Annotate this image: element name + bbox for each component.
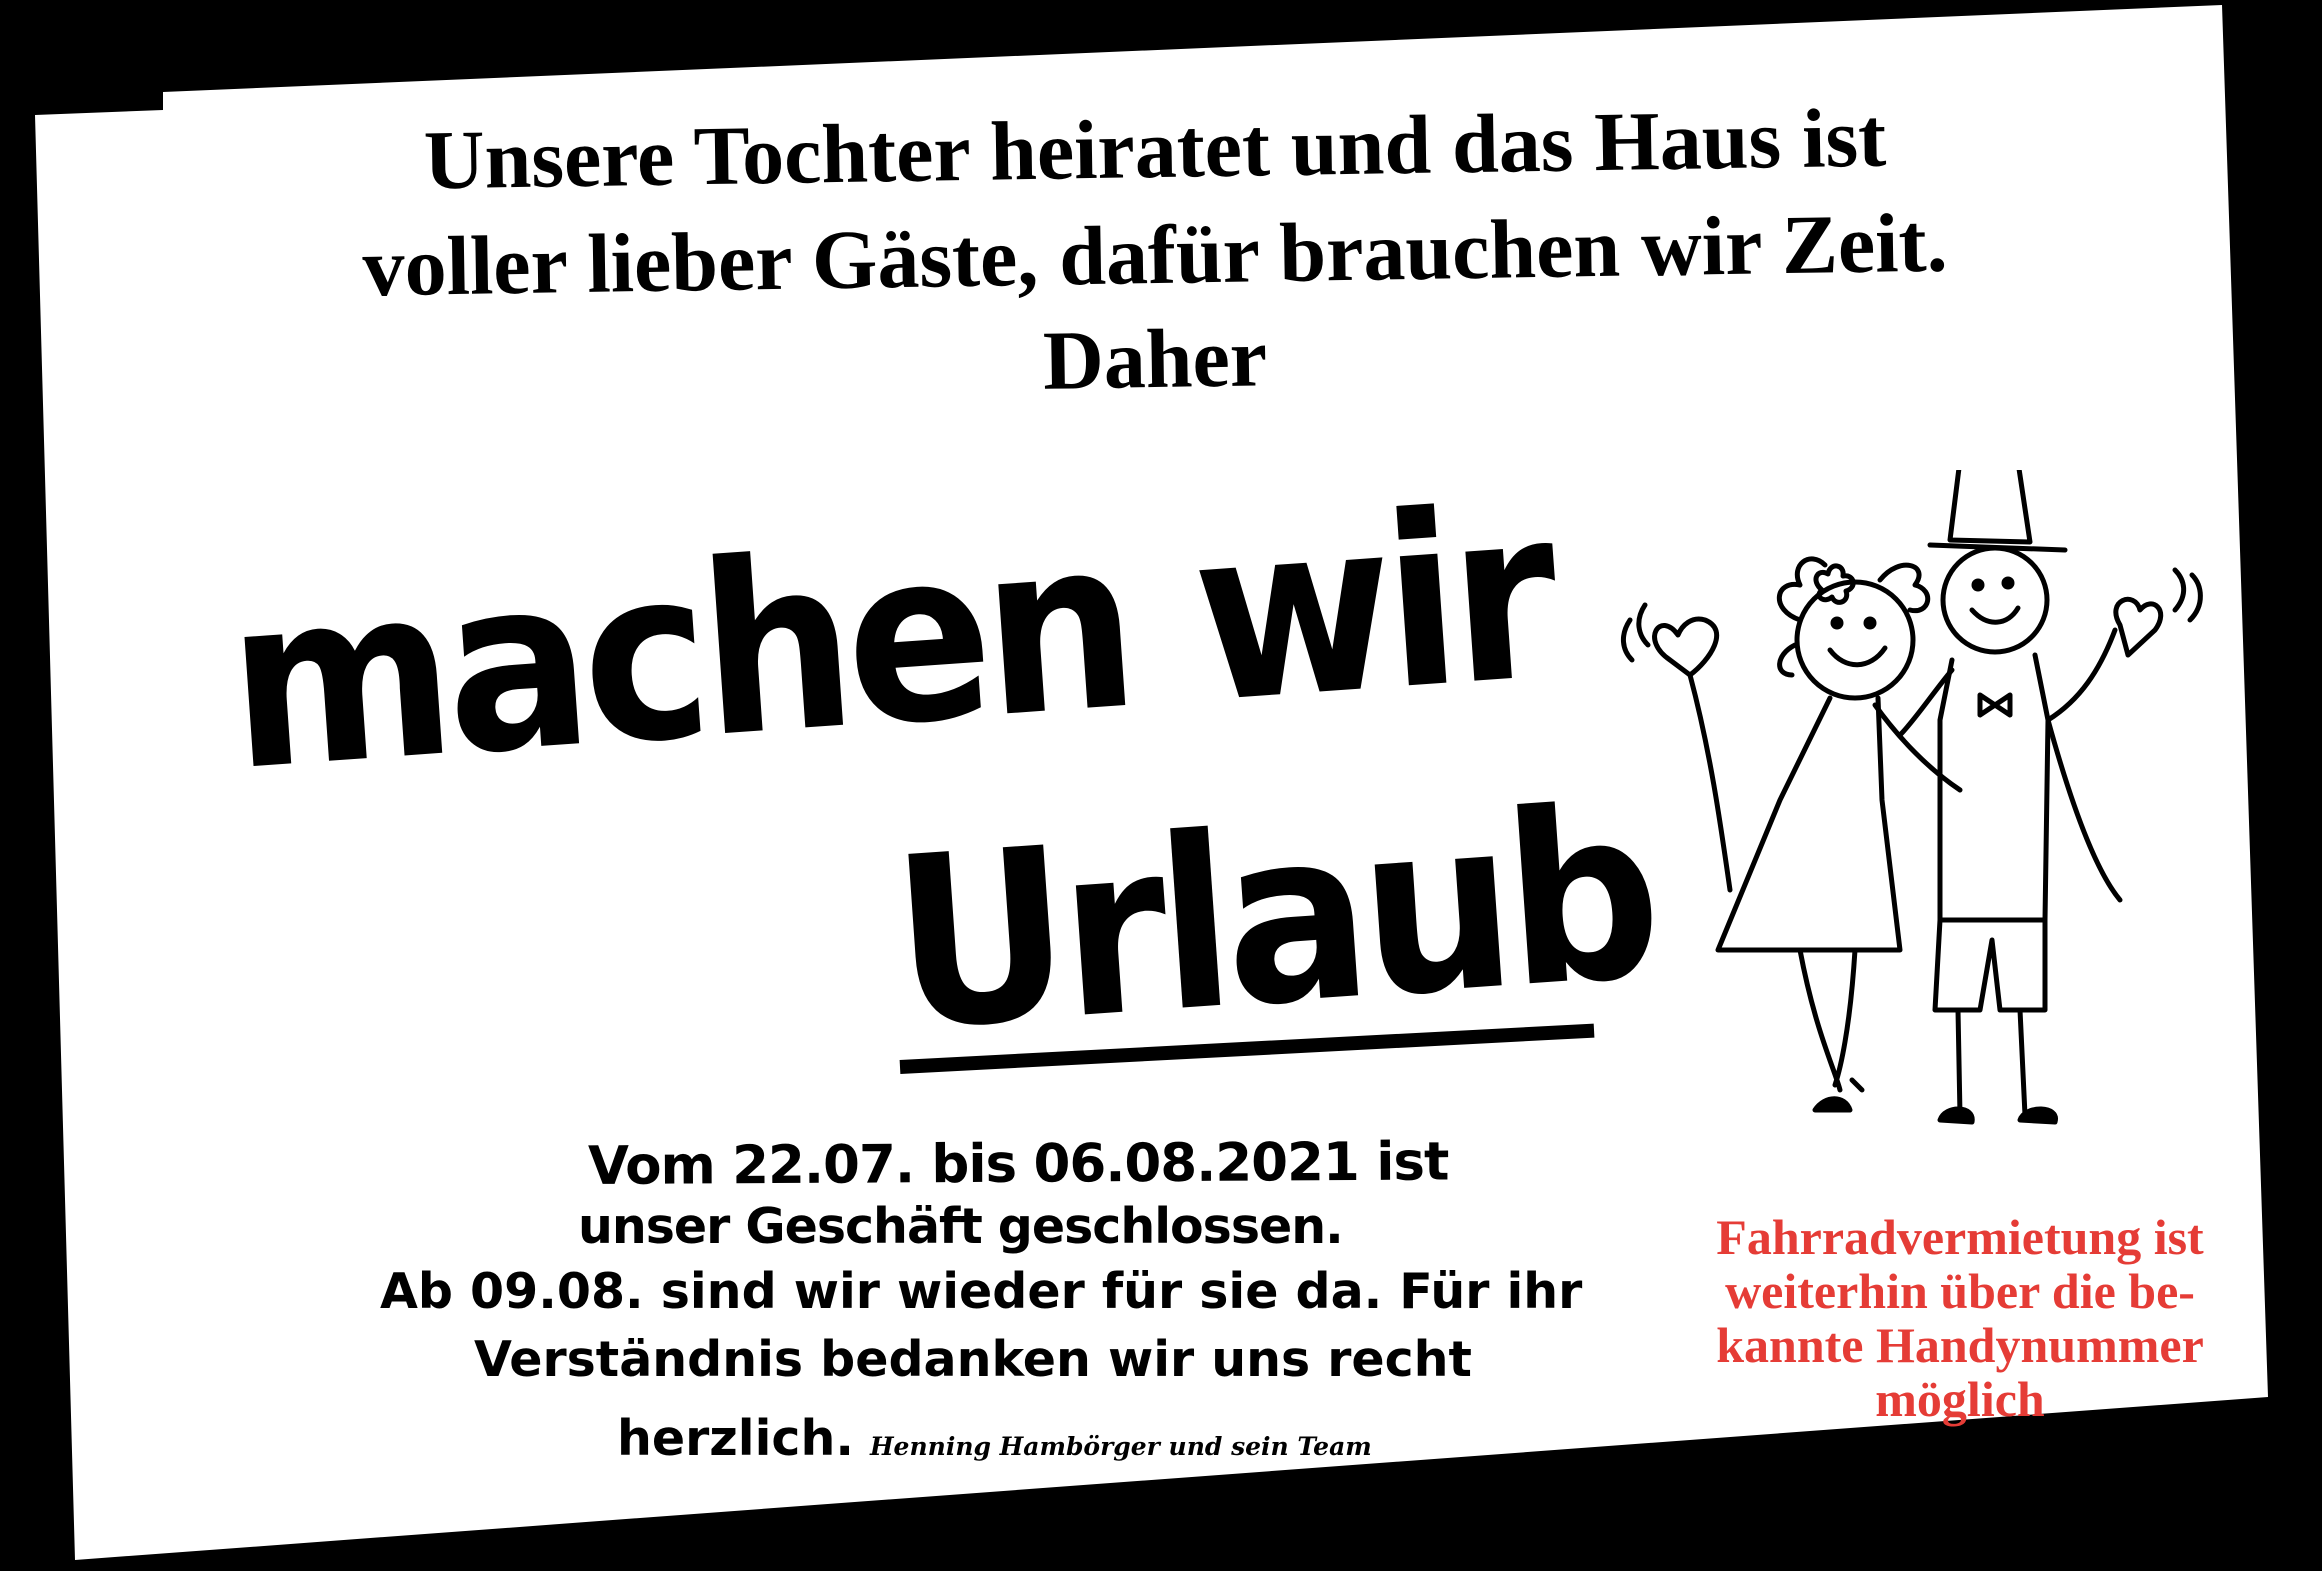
bike-note-line-4: möglich [1875, 1371, 2045, 1427]
bride-arm-left [1687, 672, 1733, 893]
groom-arm-down [2045, 717, 2123, 903]
bike-rental-note: Fahrradvermietung ist weiterhin über die… [1660, 1210, 2260, 1426]
bride-eye [1863, 616, 1877, 630]
bride-dress [1715, 695, 1903, 953]
groom-bowtie [1977, 692, 2013, 718]
bike-note-line-2: weiterhin über die be- [1725, 1263, 2195, 1319]
motion-lines-left [1621, 602, 1651, 663]
groom-shoes [1937, 1106, 2058, 1125]
closure-line-1: Vom 22.07. bis 06.08.2021 ist [587, 1131, 1449, 1197]
closure-line-5: herzlich. Henning Hambörger und sein Team [617, 1410, 1372, 1467]
right-heart-hand [2113, 596, 2164, 658]
groom-shorts [1932, 917, 2048, 1013]
closure-line-3: Ab 09.08. sind wir wieder für sie da. Fü… [380, 1263, 1583, 1320]
groom-arm-right [2045, 627, 2118, 723]
closure-line-4: Verständnis bedanken wir uns recht [474, 1331, 1472, 1388]
left-heart-hand [1652, 616, 1720, 678]
bike-note-line-3: kannte Handynummer [1716, 1317, 2204, 1373]
signature: Henning Hambörger und sein Team [869, 1432, 1372, 1461]
bride-head [1794, 579, 1916, 701]
bride-legs [1797, 947, 1858, 1093]
bike-note-line-1: Fahrradvermietung ist [1716, 1209, 2204, 1265]
groom-eye [2001, 576, 2015, 590]
bride-eye [1830, 616, 1844, 630]
groom-eye [1971, 578, 1985, 592]
closure-line-5-text: herzlich. [617, 1410, 854, 1467]
groom-legs [1955, 1007, 2028, 1118]
motion-lines-right [2172, 567, 2203, 623]
groom-head [1940, 545, 2050, 655]
closure-line-2: unser Geschäft geschlossen. [578, 1198, 1344, 1255]
bride-smile [1827, 645, 1888, 668]
groom-smile [1969, 605, 2021, 625]
groom-hat [1927, 470, 2068, 553]
bride-and-groom-drawing [1621, 470, 2203, 1125]
